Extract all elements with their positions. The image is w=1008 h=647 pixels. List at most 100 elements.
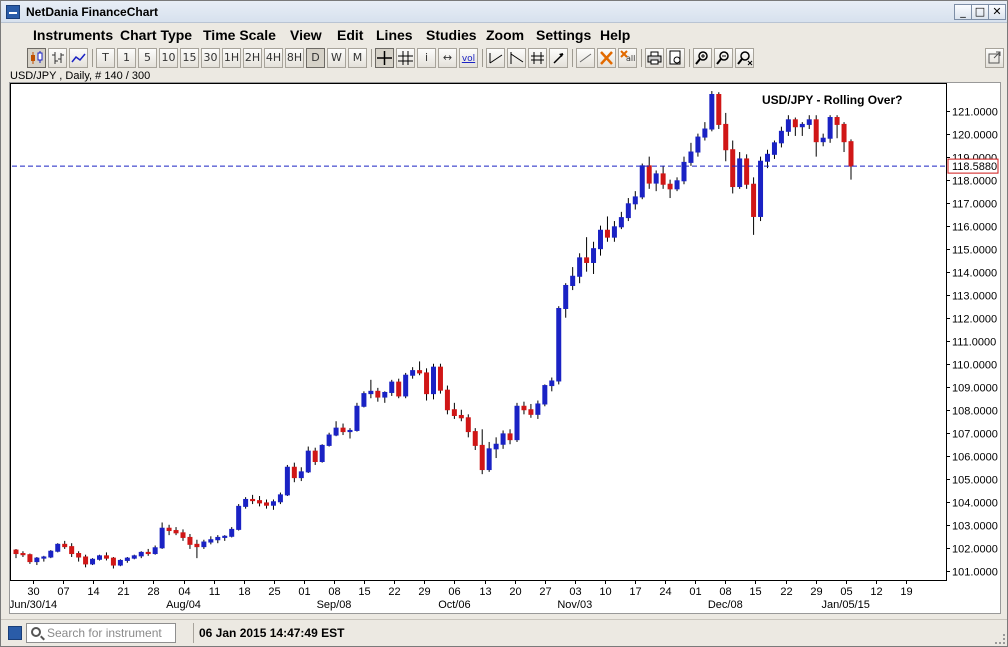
candle-up: [653, 173, 659, 184]
delete-all-button[interactable]: all: [618, 48, 637, 68]
timescale-30min-button[interactable]: 30: [201, 48, 220, 68]
title-bar[interactable]: NetDania FinanceChart _ □ ✕: [1, 1, 1007, 23]
candle-up: [556, 307, 562, 382]
zoom-out-button[interactable]: [714, 48, 733, 68]
x-tick-label: 01: [689, 586, 701, 598]
y-tick-label: 118.0000: [952, 176, 997, 188]
candle-down: [20, 553, 26, 556]
candle-down: [396, 381, 402, 397]
menu-instruments[interactable]: Instruments: [33, 27, 113, 43]
candle-up: [778, 130, 784, 144]
zoom-reset-button[interactable]: [735, 48, 754, 68]
line-button[interactable]: [576, 48, 595, 68]
timescale-2h-button[interactable]: 2H: [243, 48, 262, 68]
candle-down: [83, 556, 89, 565]
timescale-10min-button[interactable]: 10: [159, 48, 178, 68]
timescale-4h-button[interactable]: 4H: [264, 48, 283, 68]
menu-time-scale[interactable]: Time Scale: [203, 27, 276, 43]
zoom-arrows-button[interactable]: ↔: [438, 48, 457, 68]
instrument-search[interactable]: [26, 623, 176, 643]
ohlc-bars-button[interactable]: [48, 48, 67, 68]
crosshair-button[interactable]: [375, 48, 394, 68]
candle-up: [131, 555, 137, 559]
candle-up: [681, 161, 687, 182]
timescale-tick-button[interactable]: T: [96, 48, 115, 68]
timescale-weekly-button[interactable]: W: [327, 48, 346, 68]
close-button[interactable]: ✕: [988, 4, 1006, 20]
chart-area[interactable]: 101.0000 102.0000 103.0000 104.0000 105.0000…: [9, 82, 1001, 614]
zoom-in-button[interactable]: [693, 48, 712, 68]
candle-up: [806, 119, 812, 125]
menu-studies[interactable]: Studies: [426, 27, 477, 43]
menu-zoom[interactable]: Zoom: [486, 27, 524, 43]
candle-down: [340, 427, 346, 433]
candle-down: [730, 149, 736, 188]
y-tick-label: 121.0000: [952, 107, 998, 119]
timescale-daily-button[interactable]: D: [306, 48, 325, 68]
x-month-label: Oct/06: [438, 599, 470, 611]
x-tick-label: 22: [388, 586, 400, 598]
candle-down: [187, 536, 193, 545]
timescale-1min-button[interactable]: 1: [117, 48, 136, 68]
candle-down: [257, 500, 263, 504]
info-button[interactable]: i: [417, 48, 436, 68]
menu-chart-type[interactable]: Chart Type: [120, 27, 192, 43]
y-tick-label: 101.0000: [952, 567, 998, 579]
print-button[interactable]: [645, 48, 664, 68]
x-tick-label: 10: [599, 586, 611, 598]
x-tick-label: 13: [479, 586, 491, 598]
menu-edit[interactable]: Edit: [337, 27, 363, 43]
candle-down: [834, 117, 840, 125]
resize-grip[interactable]: [995, 634, 1005, 644]
candle-up: [97, 555, 102, 560]
timescale-5min-button[interactable]: 5: [138, 48, 157, 68]
price-chart[interactable]: 101.0000 102.0000 103.0000 104.0000 105.0000…: [10, 83, 1000, 613]
detach-button[interactable]: [985, 48, 1004, 68]
zoom-reset-icon: [737, 51, 753, 66]
app-window: NetDania FinanceChart _ □ ✕ Instruments …: [0, 0, 1008, 647]
timescale-15min-button[interactable]: 15: [180, 48, 199, 68]
candle-down: [103, 555, 109, 559]
menu-settings[interactable]: Settings: [536, 27, 591, 43]
timescale-8h-button[interactable]: 8H: [285, 48, 304, 68]
delete-button[interactable]: [597, 48, 616, 68]
grid-icon: [398, 51, 413, 65]
candlestick-button[interactable]: [27, 48, 46, 68]
connection-status-icon[interactable]: [8, 626, 22, 640]
timescale-monthly-button[interactable]: M: [348, 48, 367, 68]
x-tick-label: 19: [900, 586, 912, 598]
candle-down: [69, 546, 75, 555]
x-tick-label: 11: [209, 586, 220, 598]
menu-view[interactable]: View: [290, 27, 322, 43]
trend-line-icon: [489, 53, 503, 64]
minimize-button[interactable]: _: [954, 4, 972, 20]
y-tick-label: 105.0000: [952, 475, 998, 487]
menu-help[interactable]: Help: [600, 27, 630, 43]
grid-button[interactable]: [396, 48, 415, 68]
candle-up: [159, 527, 165, 549]
y-tick-label: 106.0000: [952, 452, 998, 464]
cursor-icon: [553, 53, 564, 64]
x-tick-label: 05: [840, 586, 852, 598]
y-tick-label: 107.0000: [952, 429, 998, 441]
print-icon: [647, 51, 662, 65]
candle-down: [744, 158, 750, 185]
trend-line-button[interactable]: [486, 48, 505, 68]
candle-up: [305, 450, 311, 473]
timescale-1h-button[interactable]: 1H: [222, 48, 241, 68]
zoom-in-icon: [695, 51, 708, 65]
preview-button[interactable]: [666, 48, 685, 68]
trend-channel-button[interactable]: [507, 48, 526, 68]
fibonacci-button[interactable]: [528, 48, 547, 68]
cursor-button[interactable]: [549, 48, 568, 68]
line-chart-button[interactable]: [69, 48, 88, 68]
preview-icon: [669, 50, 681, 65]
menu-lines[interactable]: Lines: [376, 27, 413, 43]
maximize-button[interactable]: □: [971, 4, 989, 20]
volume-button[interactable]: vol: [459, 48, 478, 68]
y-tick-label: 114.0000: [952, 268, 997, 280]
x-tick-label: 15: [358, 586, 370, 598]
candle-down: [813, 119, 819, 143]
search-input[interactable]: [47, 625, 173, 641]
candle-up: [403, 374, 409, 397]
